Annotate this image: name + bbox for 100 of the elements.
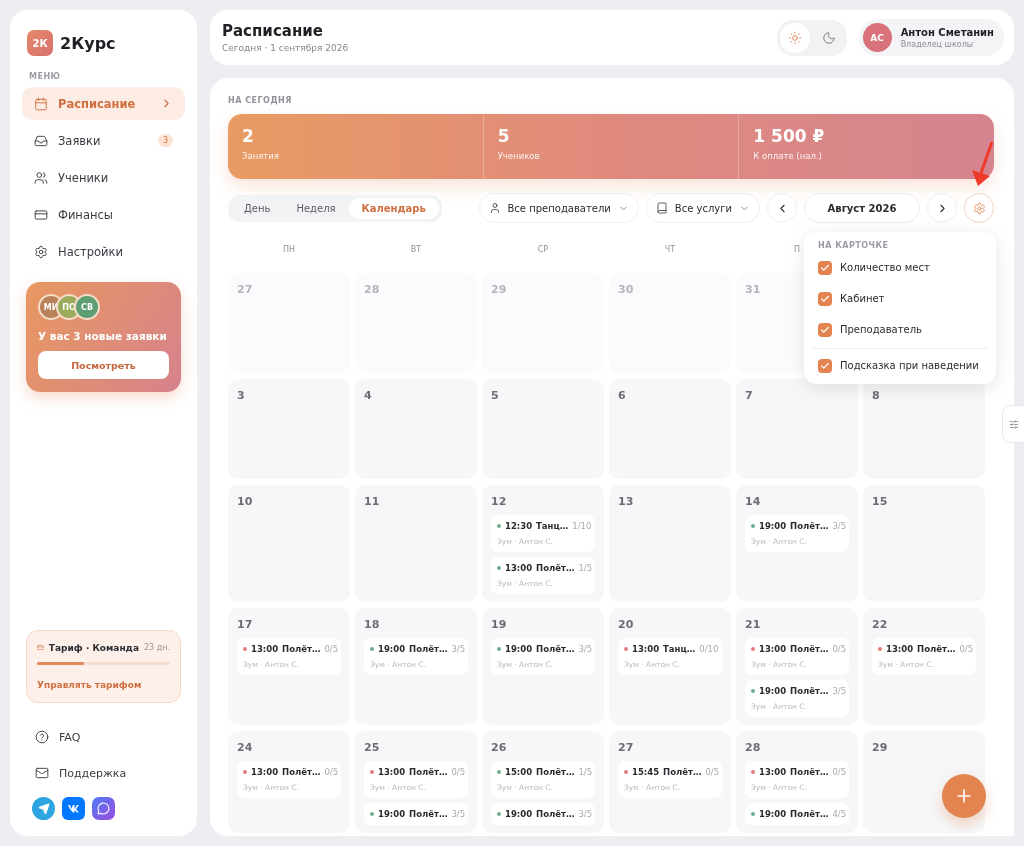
seat-count: 0/5 [324,644,339,654]
day-cell[interactable]: 10 [228,485,350,602]
checkbox[interactable] [818,260,832,275]
seat-count: 1/5 [578,767,593,777]
user-role: Владелец школы [900,39,975,49]
view-tab[interactable]: День [231,197,284,219]
sun-icon[interactable] [779,22,810,53]
checkbox[interactable] [818,322,832,337]
menu-section-label: НА КАРТОЧКЕ [818,241,890,250]
seat-count: 0/5 [451,767,466,777]
event-time: 13:00 [251,644,279,654]
paper-plane-icon[interactable] [32,797,55,820]
day-number: 24 [237,741,253,754]
nav-item[interactable]: Заявки 3 [22,124,185,157]
day-number: 28 [364,283,380,296]
day-number: 13 [618,495,634,508]
day-number: 22 [872,618,888,631]
day-cell[interactable]: 15 [863,485,985,602]
footer-link[interactable]: FAQ [22,719,185,755]
weekday-label: ВТ [410,245,422,254]
event-time: 12:30 [505,521,533,531]
mail-icon [35,766,49,780]
checkbox[interactable] [818,358,832,373]
day-number: 18 [364,618,380,631]
chat-bubble-icon[interactable] [92,797,115,820]
filter-dropdown[interactable]: Все услуги [645,193,760,223]
day-number: 5 [491,389,499,402]
footer-link[interactable]: Поддержка [22,755,185,791]
person-icon [488,202,501,214]
event-time: 15:00 [505,767,533,777]
brand-name: 2Курс [60,33,116,53]
view-tab[interactable]: Неделя [283,197,349,219]
vk-logo-icon[interactable] [62,797,85,820]
seat-count: 1/5 [578,563,593,573]
event-title: Танц… [663,644,696,654]
day-number: 12 [491,495,507,508]
event-time: 19:00 [505,644,533,654]
sliders-icon[interactable] [1002,405,1024,443]
day-number: 29 [872,741,888,754]
day-number: 7 [745,389,753,402]
event-title: Полёт… [409,767,448,777]
event-title: Полёт… [917,644,956,654]
nav-item[interactable]: Финансы [22,198,185,231]
day-cell[interactable]: 29 [863,731,985,833]
day-number: 28 [745,741,761,754]
day-number: 31 [745,283,761,296]
section-label: НА СЕГОДНЯ [228,96,293,105]
view-button[interactable]: Посмотреть [38,351,169,379]
count-badge: 3 [157,134,173,147]
event-time: 13:00 [251,767,279,777]
user-name: Антон Сметанин [900,26,994,38]
event-title: Полёт… [536,767,575,777]
day-number: 15 [872,495,888,508]
filter-dropdown[interactable]: Все преподаватели [478,193,639,223]
event-card[interactable]: 19:00 Полёт… 4/5 [745,803,849,825]
event-title: Полёт… [663,767,702,777]
event-time: 19:00 [378,809,406,819]
day-number: 30 [618,283,634,296]
event-time: 13:00 [886,644,914,654]
event-card[interactable]: 19:00 Полёт… 3/5 [491,803,595,825]
seat-count: 0/5 [832,644,847,654]
day-cell[interactable]: 4 [355,379,477,479]
event-time: 13:00 [632,644,660,654]
event-title: Полёт… [790,521,829,531]
seat-count: 3/5 [578,644,593,654]
event-time: 15:45 [632,767,660,777]
weekday-label: СР [537,245,549,254]
day-cell[interactable]: 7 [736,379,858,479]
day-cell[interactable]: 11 [355,485,477,602]
day-cell[interactable]: 6 [609,379,731,479]
event-title: Полёт… [536,809,575,819]
user-chip[interactable]: АС Антон Сметанин Владелец школы [858,19,1004,56]
calendar-icon [34,96,48,111]
month-button[interactable]: Август 2026 [804,193,920,223]
stat-value: 2 [242,126,255,146]
menu-label: МЕНЮ [29,72,62,81]
checkbox[interactable] [818,291,832,306]
event-time: 19:00 [759,809,787,819]
seat-count: 1/10 [572,521,592,531]
day-number: 20 [618,618,634,631]
stat-label: К оплате (нал.) [753,151,823,161]
stat-value: 1 500 ₽ [753,126,826,146]
day-cell[interactable]: 13 [609,485,731,602]
day-cell[interactable]: 3 [228,379,350,479]
nav-item[interactable]: Ученики [22,161,185,194]
add-button[interactable] [942,774,986,818]
event-time: 19:00 [759,686,787,696]
seat-count: 0/5 [959,644,974,654]
event-title: Полёт… [409,644,448,654]
weekday-label: П [794,245,800,254]
settings-button[interactable] [964,193,994,223]
menu-option[interactable]: Подсказка при наведении [812,348,988,382]
seat-count: 4/5 [832,809,847,819]
nav-item[interactable]: Настройки [22,235,185,268]
day-number: 21 [745,618,761,631]
plan-title: Тариф · Команда [48,642,139,653]
event-card[interactable]: 19:00 Полёт… 3/5 [364,803,468,825]
day-cell[interactable]: 5 [482,379,604,479]
day-number: 11 [364,495,380,508]
event-time: 13:00 [759,644,787,654]
